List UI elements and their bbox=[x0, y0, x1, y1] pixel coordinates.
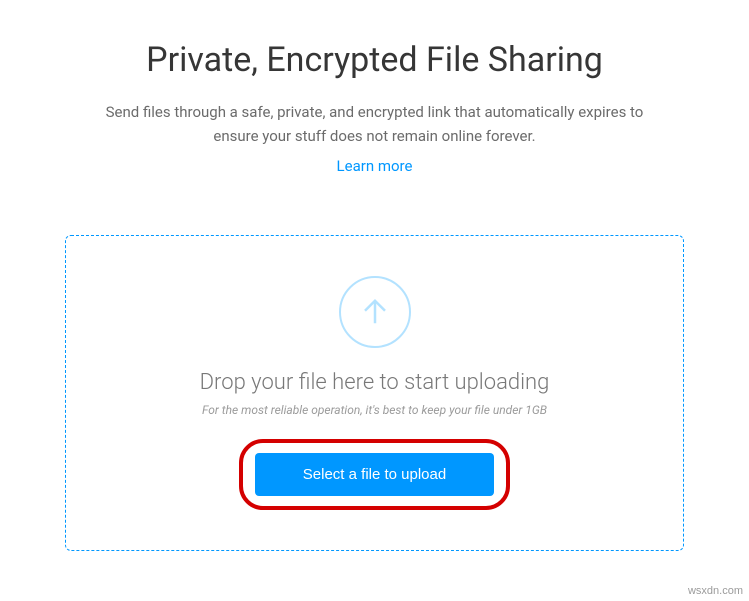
dropzone-hint: For the most reliable operation, it's be… bbox=[96, 403, 653, 417]
page-title: Private, Encrypted File Sharing bbox=[60, 40, 689, 80]
watermark-text: wsxdn.com bbox=[688, 585, 743, 597]
page-subtitle: Send files through a safe, private, and … bbox=[85, 100, 665, 148]
learn-more-link[interactable]: Learn more bbox=[337, 157, 413, 175]
annotation-highlight: Select a file to upload bbox=[239, 439, 510, 510]
file-dropzone[interactable]: Drop your file here to start uploading F… bbox=[65, 235, 684, 551]
dropzone-title: Drop your file here to start uploading bbox=[96, 370, 653, 395]
header-section: Private, Encrypted File Sharing Send fil… bbox=[0, 0, 749, 195]
select-file-button[interactable]: Select a file to upload bbox=[255, 453, 494, 496]
upload-arrow-icon bbox=[339, 276, 411, 348]
